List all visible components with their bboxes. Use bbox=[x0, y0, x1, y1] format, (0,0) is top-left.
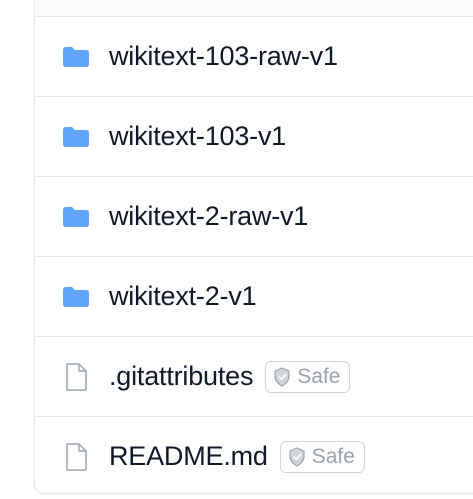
folder-icon bbox=[62, 205, 90, 229]
file-list-header bbox=[35, 0, 473, 17]
file-icon bbox=[62, 362, 90, 391]
folder-icon bbox=[62, 45, 90, 69]
file-row-folder[interactable]: wikitext-103-raw-v1 bbox=[35, 17, 473, 97]
file-list-panel: wikitext-103-raw-v1 wikitext-103-v1 wiki… bbox=[34, 0, 473, 494]
file-name[interactable]: wikitext-2-v1 bbox=[109, 281, 257, 312]
file-name[interactable]: wikitext-103-raw-v1 bbox=[109, 41, 338, 72]
file-name[interactable]: wikitext-103-v1 bbox=[109, 121, 286, 152]
file-name[interactable]: README.md bbox=[109, 441, 268, 472]
file-row-folder[interactable]: wikitext-2-raw-v1 bbox=[35, 177, 473, 257]
safe-badge-label: Safe bbox=[297, 364, 341, 388]
folder-icon bbox=[62, 285, 90, 309]
folder-icon bbox=[62, 125, 90, 149]
safe-badge-label: Safe bbox=[311, 444, 355, 468]
file-name[interactable]: .gitattributes bbox=[109, 361, 253, 392]
safe-badge[interactable]: Safe bbox=[265, 360, 351, 393]
file-icon bbox=[62, 442, 90, 471]
file-name[interactable]: wikitext-2-raw-v1 bbox=[109, 201, 308, 232]
file-row-folder[interactable]: wikitext-103-v1 bbox=[35, 97, 473, 177]
file-row-file[interactable]: .gitattributes Safe bbox=[35, 337, 473, 417]
file-row-file[interactable]: README.md Safe bbox=[35, 417, 473, 493]
shield-check-icon bbox=[273, 366, 291, 387]
file-row-folder[interactable]: wikitext-2-v1 bbox=[35, 257, 473, 337]
safe-badge[interactable]: Safe bbox=[279, 440, 365, 473]
shield-check-icon bbox=[288, 446, 306, 467]
